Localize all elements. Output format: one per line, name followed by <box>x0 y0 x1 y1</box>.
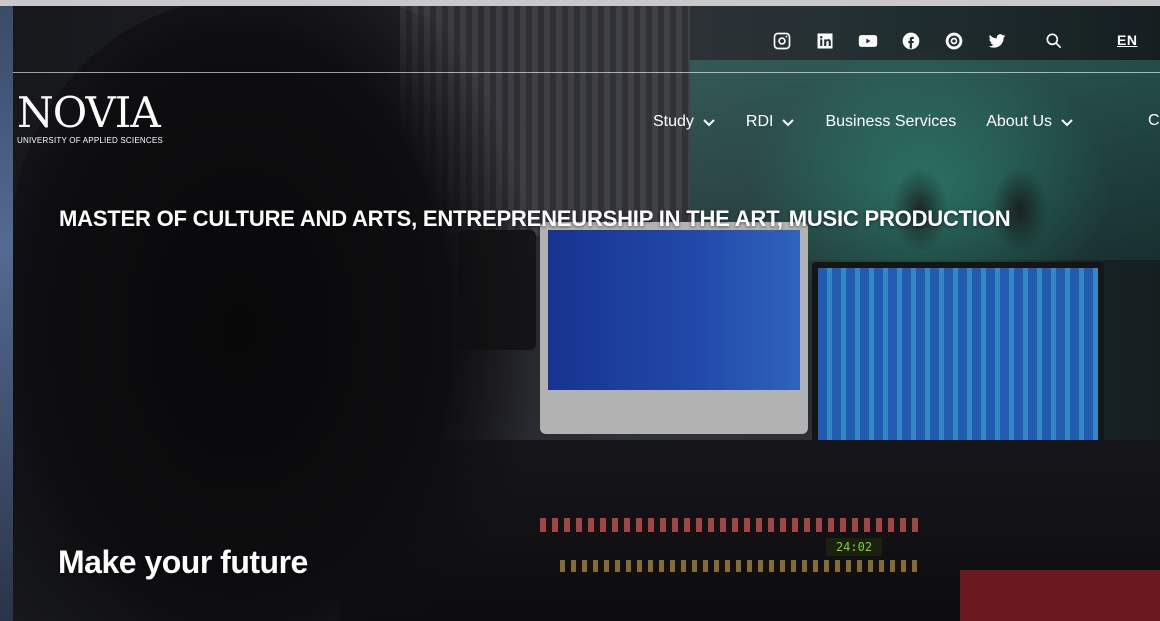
facebook-icon[interactable] <box>899 29 923 53</box>
novia-logo[interactable]: NOVIA UNIVERSITY OF APPLIED SCIENCES <box>17 92 192 152</box>
header-divider <box>13 72 1160 73</box>
nav-item-business-services[interactable]: Business Services <box>825 113 956 131</box>
chevron-down-icon <box>781 115 795 129</box>
hero-tagline: Make your future <box>58 544 308 580</box>
main-nav: Study RDI Business Services About Us <box>653 108 1104 136</box>
issuu-icon[interactable] <box>942 29 966 53</box>
logo-wordmark: NOVIA <box>17 88 161 137</box>
linkedin-icon[interactable] <box>813 29 837 53</box>
language-switch[interactable]: EN <box>1117 32 1137 48</box>
twitter-icon[interactable] <box>985 29 1009 53</box>
social-bar <box>770 26 1085 56</box>
chevron-down-icon <box>702 115 716 129</box>
nav-item-about-us[interactable]: About Us <box>986 113 1074 131</box>
nav-item-study[interactable]: Study <box>653 113 716 131</box>
logo-subtitle: UNIVERSITY OF APPLIED SCIENCES <box>17 136 163 145</box>
hero-headline: MASTER OF CULTURE AND ARTS, ENTREPRENEUR… <box>59 206 1011 231</box>
nav-item-rdi[interactable]: RDI <box>746 113 796 131</box>
search-icon[interactable] <box>1042 29 1066 53</box>
nav-item-truncated[interactable]: C <box>1148 112 1160 130</box>
chevron-down-icon <box>1060 115 1074 129</box>
instagram-icon[interactable] <box>770 29 794 53</box>
youtube-icon[interactable] <box>856 29 880 53</box>
